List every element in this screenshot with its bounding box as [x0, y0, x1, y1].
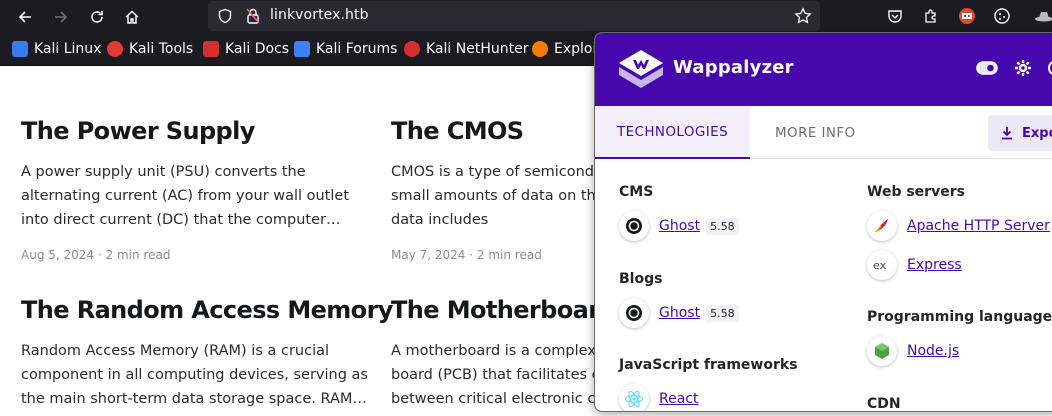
- post-meta: Aug 5, 2024 · 2 min read: [21, 248, 171, 262]
- bookmark-exploit-db[interactable]: Exploi: [532, 41, 596, 57]
- category-heading: CDN: [867, 396, 901, 412]
- bookmark-kali-tools[interactable]: Kali Tools: [107, 41, 193, 57]
- bookmark-label: Kali NetHunter: [426, 41, 529, 57]
- wappalyzer-tabs: TECHNOLOGIES MORE INFO: [595, 106, 1052, 159]
- cookie-editor-button[interactable]: [991, 5, 1013, 27]
- tab-more-info[interactable]: MORE INFO: [775, 106, 856, 159]
- technology-item[interactable]: Node.js: [867, 336, 959, 366]
- wappalyzer-header: Wappalyzer: [595, 33, 1052, 106]
- bookmark-label: Exploi: [554, 41, 597, 57]
- post-card[interactable]: The Random Access Memory Random Access M…: [21, 295, 393, 411]
- category-heading: Blogs: [619, 271, 663, 287]
- pocket-icon: [888, 10, 902, 23]
- download-icon: [1002, 127, 1012, 140]
- arrow-right-icon: [55, 11, 68, 23]
- post-read-time: 2 min read: [105, 248, 171, 262]
- forward-button[interactable]: [49, 5, 73, 29]
- exploit-db-icon: [532, 41, 548, 57]
- technology-version: 5.58: [706, 304, 739, 322]
- post-excerpt: A power supply unit (PSU) converts the a…: [21, 164, 350, 228]
- theme-moon-icon[interactable]: [1047, 59, 1052, 77]
- settings-gear-icon[interactable]: [1014, 59, 1032, 77]
- bookmark-star-icon[interactable]: [794, 7, 812, 25]
- nethunter-icon: [404, 41, 420, 57]
- bookmark-label: Kali Linux: [34, 41, 102, 57]
- post-card[interactable]: The Power Supply A power supply unit (PS…: [21, 116, 381, 262]
- ghost-icon: [619, 211, 649, 241]
- technology-name[interactable]: Apache HTTP Server: [907, 218, 1050, 234]
- apache-feather-icon: [867, 211, 897, 241]
- technology-name[interactable]: Ghost: [659, 305, 700, 321]
- wappalyzer-toolbar-button[interactable]: [1033, 5, 1052, 27]
- technology-item[interactable]: ex Express: [867, 250, 962, 280]
- shield-icon[interactable]: [217, 8, 233, 24]
- kali-docs-icon: [203, 41, 219, 57]
- svg-text:ex: ex: [873, 259, 887, 272]
- post-date: Aug 5, 2024: [21, 248, 95, 262]
- bookmark-kali-forums[interactable]: Kali Forums: [294, 41, 397, 57]
- post-excerpt: Random Access Memory (RAM) is a crucial …: [21, 343, 368, 407]
- technology-name[interactable]: React: [659, 391, 698, 407]
- pocket-button[interactable]: [884, 5, 906, 27]
- browser-toolbar: linkvortex.htb: [0, 0, 1052, 34]
- home-button[interactable]: [120, 5, 144, 29]
- express-icon: ex: [867, 250, 897, 280]
- hat-icon: [1035, 12, 1052, 22]
- category-heading: CMS: [619, 184, 654, 200]
- home-icon: [125, 10, 139, 24]
- ghost-icon: [619, 298, 649, 328]
- post-title[interactable]: The Power Supply: [21, 116, 381, 146]
- technology-item[interactable]: Ghost 5.58: [619, 211, 739, 241]
- export-button[interactable]: Expo: [988, 115, 1052, 151]
- technology-name[interactable]: Express: [907, 257, 962, 273]
- wappalyzer-popup: Wappalyzer TECHNOLOGIES MORE INFO Expo C…: [594, 32, 1052, 412]
- bookmark-label: Kali Docs: [225, 41, 290, 57]
- technology-item[interactable]: Ghost 5.58: [619, 298, 739, 328]
- tab-technologies[interactable]: TECHNOLOGIES: [595, 106, 750, 159]
- puzzle-icon: [925, 9, 936, 23]
- category-heading: Programming languages: [867, 309, 1052, 325]
- foxyproxy-button[interactable]: [956, 5, 978, 27]
- wappalyzer-title: Wappalyzer: [673, 57, 794, 78]
- technology-name[interactable]: Ghost: [659, 218, 700, 234]
- export-label: Expo: [1022, 125, 1052, 141]
- technology-item[interactable]: React: [619, 384, 698, 411]
- bookmark-kali-linux[interactable]: Kali Linux: [12, 41, 101, 57]
- lock-insecure-icon[interactable]: [245, 7, 261, 25]
- technology-name[interactable]: Node.js: [907, 343, 959, 359]
- post-date: May 7, 2024: [391, 248, 466, 262]
- wappalyzer-logo-icon: [619, 50, 663, 88]
- category-heading: Web servers: [867, 184, 965, 200]
- kali-tools-icon: [107, 41, 123, 57]
- technology-version: 5.58: [706, 217, 739, 235]
- reload-icon: [91, 11, 103, 23]
- react-icon: [619, 384, 649, 411]
- bookmark-label: Kali Forums: [316, 41, 398, 57]
- post-read-time: 2 min read: [476, 248, 542, 262]
- post-title[interactable]: The Random Access Memory: [21, 295, 393, 325]
- bookmark-kali-docs[interactable]: Kali Docs: [203, 41, 289, 57]
- kali-forums-icon: [294, 41, 310, 57]
- reload-button[interactable]: [85, 5, 109, 29]
- extensions-button[interactable]: [920, 5, 942, 27]
- toggle-switch-icon[interactable]: [976, 61, 998, 75]
- back-button[interactable]: [13, 5, 37, 29]
- fox-extension-icon: [959, 8, 975, 24]
- category-heading: JavaScript frameworks: [619, 357, 798, 373]
- nodejs-icon: [867, 336, 897, 366]
- bookmark-label: Kali Tools: [129, 41, 194, 57]
- technology-item[interactable]: Apache HTTP Server: [867, 211, 1050, 241]
- url-text[interactable]: linkvortex.htb: [270, 7, 369, 23]
- url-bar[interactable]: linkvortex.htb: [208, 1, 820, 31]
- arrow-left-icon: [18, 11, 31, 23]
- kali-dragon-icon: [12, 41, 28, 57]
- bookmark-kali-nethunter[interactable]: Kali NetHunter: [404, 41, 528, 57]
- cookie-icon: [994, 8, 1010, 24]
